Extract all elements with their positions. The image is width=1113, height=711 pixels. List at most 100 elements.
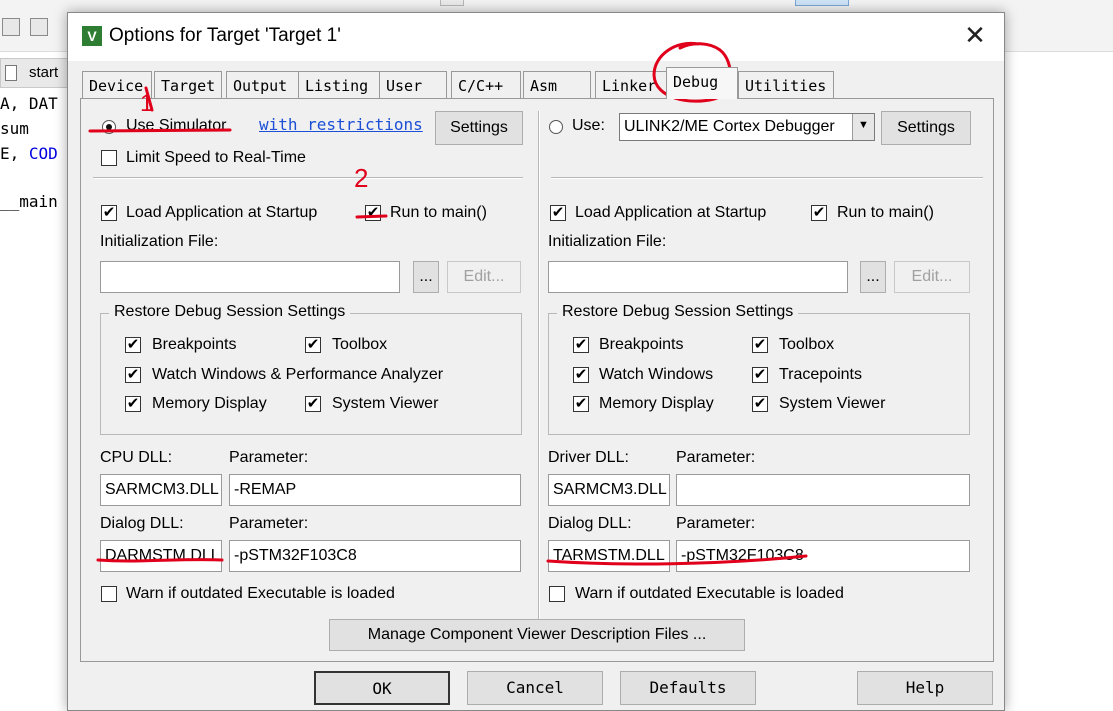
tab-c-cpp[interactable]: C/C++ — [451, 71, 521, 98]
code-line: A, DAT — [0, 94, 58, 113]
debug-tab-panel: Use Simulator with restrictions Settings… — [80, 98, 994, 662]
browse-button[interactable]: ... — [413, 261, 439, 293]
right-breakpoints-label[interactable]: Breakpoints — [599, 336, 684, 354]
load-app-label[interactable]: Load Application at Startup — [126, 204, 317, 222]
tab-user[interactable]: User — [379, 71, 447, 98]
run-to-main-label[interactable]: Run to main() — [390, 204, 487, 222]
use-simulator-label[interactable]: Use Simulator — [126, 117, 226, 135]
watch-windows-label[interactable]: Watch Windows & Performance Analyzer — [152, 366, 443, 384]
with-restrictions-link[interactable]: with restrictions — [259, 115, 423, 134]
dialog-title: Options for Target 'Target 1' — [109, 25, 341, 46]
right-warn-outdated-label[interactable]: Warn if outdated Executable is loaded — [575, 585, 844, 603]
right-run-to-main-label[interactable]: Run to main() — [837, 204, 934, 222]
defaults-button[interactable]: Defaults — [620, 671, 756, 705]
right-system-viewer-checkbox[interactable]: ✔ — [752, 396, 768, 412]
tab-device[interactable]: Device — [82, 71, 152, 98]
driver-param-label: Parameter: — [676, 449, 756, 466]
right-dialog-param-label: Parameter: — [676, 515, 756, 532]
load-app-checkbox[interactable]: ✔ — [101, 205, 117, 221]
memory-display-label[interactable]: Memory Display — [152, 395, 267, 413]
options-dialog: V Options for Target 'Target 1' ✕ Device… — [67, 12, 1005, 711]
left-separator — [93, 177, 523, 179]
right-toolbox-checkbox[interactable]: ✔ — [752, 337, 768, 353]
restore-settings-title: Restore Debug Session Settings — [109, 303, 351, 321]
edit-button: Edit... — [447, 261, 521, 293]
ok-button[interactable]: OK — [314, 671, 450, 705]
tab-debug[interactable]: Debug — [666, 67, 738, 99]
memory-display-checkbox[interactable]: ✔ — [125, 396, 141, 412]
toolbox-checkbox[interactable]: ✔ — [305, 337, 321, 353]
right-dialog-dll-input[interactable]: TARMSTM.DLL — [548, 540, 670, 572]
dialog-dll-input[interactable]: DARMSTM.DLL — [100, 540, 222, 572]
driver-param-input[interactable] — [676, 474, 970, 506]
right-toolbox-label[interactable]: Toolbox — [779, 336, 834, 354]
system-viewer-label[interactable]: System Viewer — [332, 395, 438, 413]
right-watch-windows-checkbox[interactable]: ✔ — [573, 367, 589, 383]
debugger-select-value: ULINK2/ME Cortex Debugger — [624, 118, 835, 135]
driver-dll-input[interactable]: SARMCM3.DLL — [548, 474, 670, 506]
right-load-app-label[interactable]: Load Application at Startup — [575, 204, 766, 222]
manage-component-viewer-button[interactable]: Manage Component Viewer Description File… — [329, 619, 745, 651]
cancel-button[interactable]: Cancel — [467, 671, 603, 705]
chevron-down-icon[interactable]: ▼ — [852, 114, 874, 140]
tracepoints-label[interactable]: Tracepoints — [779, 366, 862, 384]
code-line: __main — [0, 192, 58, 211]
right-memory-display-label[interactable]: Memory Display — [599, 395, 714, 413]
right-restore-settings-title: Restore Debug Session Settings — [557, 303, 799, 321]
right-memory-display-checkbox[interactable]: ✔ — [573, 396, 589, 412]
dialog-param-input[interactable]: -pSTM32F103C8 — [229, 540, 521, 572]
right-init-file-input[interactable] — [548, 261, 848, 293]
right-edit-button: Edit... — [894, 261, 970, 293]
tab-asm[interactable]: Asm — [523, 71, 591, 98]
tab-utilities[interactable]: Utilities — [738, 71, 834, 98]
watch-windows-checkbox[interactable]: ✔ — [125, 367, 141, 383]
code-editor[interactable]: A, DAT sum E, COD __main — [0, 90, 70, 711]
cpu-dll-input[interactable]: SARMCM3.DLL — [100, 474, 222, 506]
restore-settings-group: Restore Debug Session Settings ✔ Breakpo… — [100, 303, 522, 435]
limit-speed-checkbox[interactable] — [101, 150, 117, 166]
warn-outdated-label[interactable]: Warn if outdated Executable is loaded — [126, 585, 395, 603]
limit-speed-label[interactable]: Limit Speed to Real-Time — [126, 149, 306, 167]
code-line: E, COD — [0, 144, 58, 163]
breakpoints-checkbox[interactable]: ✔ — [125, 337, 141, 353]
right-breakpoints-checkbox[interactable]: ✔ — [573, 337, 589, 353]
toolbox-label[interactable]: Toolbox — [332, 336, 387, 354]
run-to-main-checkbox[interactable]: ✔ — [365, 205, 381, 221]
warn-outdated-checkbox[interactable] — [101, 586, 117, 602]
use-debugger-radio[interactable] — [549, 120, 563, 134]
init-file-input[interactable] — [100, 261, 400, 293]
debugger-select[interactable]: ULINK2/ME Cortex Debugger ▼ — [619, 113, 875, 141]
toolbar-icon-4[interactable] — [795, 0, 849, 6]
right-system-viewer-label[interactable]: System Viewer — [779, 395, 885, 413]
simulator-settings-button[interactable]: Settings — [435, 111, 523, 145]
right-dialog-dll-label: Dialog DLL: — [548, 515, 632, 532]
tab-output[interactable]: Output — [226, 71, 302, 98]
toolbar-icon-3[interactable] — [440, 0, 464, 6]
right-restore-settings-group: Restore Debug Session Settings ✔ Breakpo… — [548, 303, 970, 435]
toolbar-icon-1[interactable] — [2, 18, 20, 36]
right-browse-button[interactable]: ... — [860, 261, 886, 293]
system-viewer-checkbox[interactable]: ✔ — [305, 396, 321, 412]
toolbar-icon-2[interactable] — [30, 18, 48, 36]
cpu-param-input[interactable]: -REMAP — [229, 474, 521, 506]
dialog-param-label: Parameter: — [229, 515, 309, 532]
editor-file-tab[interactable]: start — [0, 58, 70, 88]
file-tab-name: start — [29, 64, 59, 81]
debugger-settings-button[interactable]: Settings — [881, 111, 971, 145]
use-simulator-radio[interactable] — [102, 120, 116, 134]
right-watch-windows-label[interactable]: Watch Windows — [599, 366, 713, 384]
close-icon[interactable]: ✕ — [958, 21, 992, 51]
breakpoints-label[interactable]: Breakpoints — [152, 336, 237, 354]
tab-linker[interactable]: Linker — [595, 71, 667, 98]
init-file-label: Initialization File: — [100, 233, 219, 250]
use-debugger-label[interactable]: Use: — [572, 117, 605, 135]
tab-target[interactable]: Target — [154, 71, 222, 98]
right-dialog-param-input[interactable]: -pSTM32F103C8 — [676, 540, 970, 572]
tracepoints-checkbox[interactable]: ✔ — [752, 367, 768, 383]
dialog-titlebar[interactable]: V Options for Target 'Target 1' ✕ — [68, 13, 1004, 61]
right-load-app-checkbox[interactable]: ✔ — [550, 205, 566, 221]
right-warn-outdated-checkbox[interactable] — [549, 586, 565, 602]
tab-listing[interactable]: Listing — [298, 71, 380, 98]
right-run-to-main-checkbox[interactable]: ✔ — [811, 205, 827, 221]
help-button[interactable]: Help — [857, 671, 993, 705]
